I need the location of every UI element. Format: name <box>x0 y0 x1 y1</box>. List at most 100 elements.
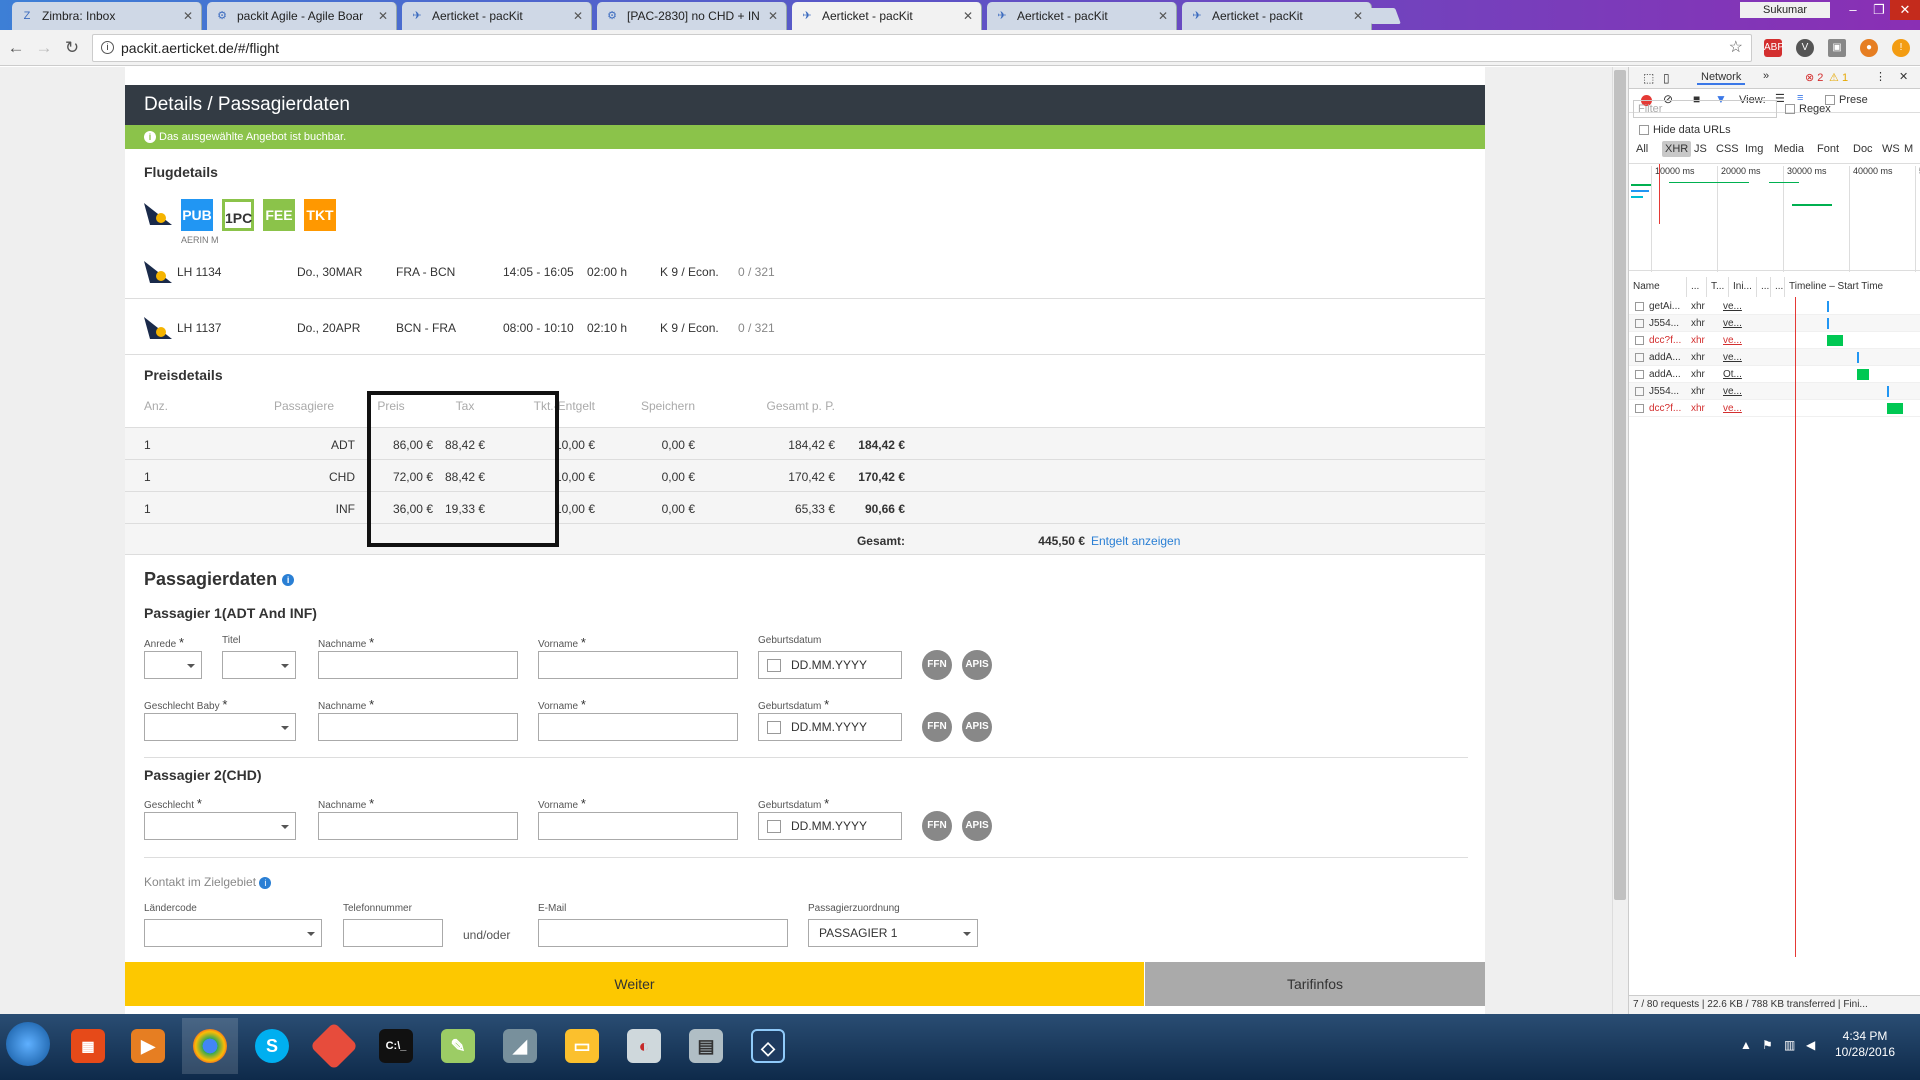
network-request-row[interactable]: dcc?f... xhr ve... <box>1629 332 1920 349</box>
laendercode-select[interactable] <box>144 919 322 947</box>
browser-tab[interactable]: ✈ Aerticket - pacKit ✕ <box>987 2 1177 30</box>
profile-name[interactable]: Sukumar <box>1740 2 1830 18</box>
taskbar-git[interactable] <box>306 1018 362 1074</box>
reload-icon[interactable]: ↻ <box>62 38 82 58</box>
geschlecht-select[interactable] <box>144 812 296 840</box>
taskbar-notepadpp[interactable]: ✎ <box>430 1018 486 1074</box>
request-initiator[interactable]: ve... <box>1723 383 1742 400</box>
tab-close-icon[interactable]: ✕ <box>573 9 583 23</box>
adblock-icon[interactable]: ABP <box>1764 39 1784 57</box>
network-request-row[interactable]: J554... xhr ve... <box>1629 383 1920 400</box>
menu-dots-icon[interactable]: ⋮ <box>1875 70 1886 83</box>
info-icon[interactable]: i <box>259 877 272 889</box>
titel-select[interactable] <box>222 651 296 679</box>
entgelt-anzeigen-link[interactable]: Entgelt anzeigen <box>1091 534 1180 548</box>
tray-arrow-icon[interactable]: ▲ <box>1740 1038 1752 1052</box>
baby-geburtsdatum-input[interactable]: DD.MM.YYYY <box>758 713 902 741</box>
taskbar-media[interactable]: ▶ <box>120 1018 176 1074</box>
tray-volume-icon[interactable]: ◀ <box>1806 1038 1815 1052</box>
warning-count[interactable]: ⚠ 1 <box>1829 71 1848 84</box>
request-initiator[interactable]: ve... <box>1723 400 1742 417</box>
scrollbar-thumb[interactable] <box>1614 70 1626 900</box>
more-tabs-icon[interactable]: » <box>1763 70 1769 82</box>
type-filter-img[interactable]: Img <box>1742 141 1766 157</box>
taskbar-chrome[interactable] <box>182 1018 238 1074</box>
extension-page-icon[interactable]: ▣ <box>1828 39 1846 57</box>
request-checkbox[interactable] <box>1635 302 1644 311</box>
apis-button[interactable]: APIS <box>962 650 992 680</box>
ffn-button[interactable]: FFN <box>922 712 952 742</box>
system-clock[interactable]: 4:34 PM 10/28/2016 <box>1820 1028 1910 1060</box>
close-window-icon[interactable]: ✕ <box>1890 0 1920 20</box>
zuordnung-select[interactable]: PASSAGIER 1 <box>808 919 978 947</box>
taskbar-tool[interactable]: ◢ <box>492 1018 548 1074</box>
type-filter-media[interactable]: Media <box>1771 141 1807 157</box>
inspect-icon[interactable]: ⬚ <box>1643 71 1654 85</box>
chd-geburtsdatum-input[interactable]: DD.MM.YYYY <box>758 812 902 840</box>
info-icon[interactable]: i <box>101 41 114 54</box>
request-checkbox[interactable] <box>1635 319 1644 328</box>
network-column-header[interactable]: ... <box>1771 277 1785 297</box>
baby-nachname-input[interactable] <box>318 713 518 741</box>
taskbar-virtualbox[interactable]: ◇ <box>740 1018 796 1074</box>
taskbar-apps-grid[interactable]: ▦ <box>60 1018 116 1074</box>
type-filter-font[interactable]: Font <box>1814 141 1842 157</box>
browser-tab[interactable]: Z Zimbra: Inbox ✕ <box>12 2 202 30</box>
request-initiator[interactable]: ve... <box>1723 315 1742 332</box>
filter-input[interactable]: Filter <box>1633 100 1777 118</box>
browser-tab[interactable]: ⚙ packit Agile - Agile Boar ✕ <box>207 2 397 30</box>
apis-button[interactable]: APIS <box>962 811 992 841</box>
network-column-header[interactable]: Timeline – Start Time <box>1785 277 1920 297</box>
taskbar-calculator[interactable]: ▤ <box>678 1018 734 1074</box>
bookmark-star-icon[interactable]: ☆ <box>1729 35 1743 61</box>
close-devtools-icon[interactable]: ✕ <box>1899 70 1908 83</box>
anrede-select[interactable] <box>144 651 202 679</box>
network-request-row[interactable]: dcc?f... xhr ve... <box>1629 400 1920 417</box>
request-initiator[interactable]: ve... <box>1723 349 1742 366</box>
extension-alert-icon[interactable]: ! <box>1892 39 1910 57</box>
tab-close-icon[interactable]: ✕ <box>768 9 778 23</box>
weiter-button[interactable]: Weiter <box>125 962 1144 1006</box>
new-tab-button[interactable] <box>1365 8 1401 24</box>
network-column-header[interactable]: T... <box>1707 277 1729 297</box>
request-checkbox[interactable] <box>1635 353 1644 362</box>
network-tab[interactable]: Network <box>1697 71 1746 85</box>
ffn-button[interactable]: FFN <box>922 650 952 680</box>
tab-close-icon[interactable]: ✕ <box>1158 9 1168 23</box>
browser-tab[interactable]: ⚙ [PAC-2830] no CHD + IN ✕ <box>597 2 787 30</box>
network-column-header[interactable]: Ini... <box>1729 277 1757 297</box>
chd-nachname-input[interactable] <box>318 812 518 840</box>
taskbar-explorer[interactable]: ▭ <box>554 1018 610 1074</box>
browser-tab[interactable]: ✈ Aerticket - pacKit ✕ <box>1182 2 1372 30</box>
type-filter-all[interactable]: All <box>1633 141 1651 157</box>
network-column-header[interactable]: ... <box>1757 277 1771 297</box>
request-checkbox[interactable] <box>1635 404 1644 413</box>
tab-close-icon[interactable]: ✕ <box>378 9 388 23</box>
hide-data-urls-checkbox[interactable] <box>1639 125 1649 135</box>
forward-icon[interactable]: → <box>34 38 54 58</box>
network-request-row[interactable]: J554... xhr ve... <box>1629 315 1920 332</box>
request-checkbox[interactable] <box>1635 336 1644 345</box>
type-filter-doc[interactable]: Doc <box>1850 141 1876 157</box>
regex-checkbox[interactable] <box>1785 104 1795 114</box>
tab-close-icon[interactable]: ✕ <box>1353 9 1363 23</box>
browser-tab[interactable]: ✈ Aerticket - pacKit ✕ <box>792 2 982 30</box>
network-request-row[interactable]: addA... xhr Ot... <box>1629 366 1920 383</box>
network-column-header[interactable]: Name <box>1629 277 1687 297</box>
vorname-input[interactable] <box>538 651 738 679</box>
request-checkbox[interactable] <box>1635 387 1644 396</box>
ffn-button[interactable]: FFN <box>922 811 952 841</box>
device-icon[interactable]: ▯ <box>1663 71 1670 85</box>
type-filter-js[interactable]: JS <box>1691 141 1710 157</box>
type-filter-m[interactable]: M <box>1901 141 1916 157</box>
tab-close-icon[interactable]: ✕ <box>963 9 973 23</box>
type-filter-css[interactable]: CSS <box>1713 141 1742 157</box>
taskbar-skype[interactable]: S <box>244 1018 300 1074</box>
geschlecht-baby-select[interactable] <box>144 713 296 741</box>
tray-flag-icon[interactable]: ⚑ <box>1762 1038 1773 1052</box>
email-input[interactable] <box>538 919 788 947</box>
back-icon[interactable]: ← <box>6 38 26 58</box>
extension-cookie-icon[interactable]: ● <box>1860 39 1878 57</box>
nachname-input[interactable] <box>318 651 518 679</box>
geburtsdatum-input[interactable]: DD.MM.YYYY <box>758 651 902 679</box>
